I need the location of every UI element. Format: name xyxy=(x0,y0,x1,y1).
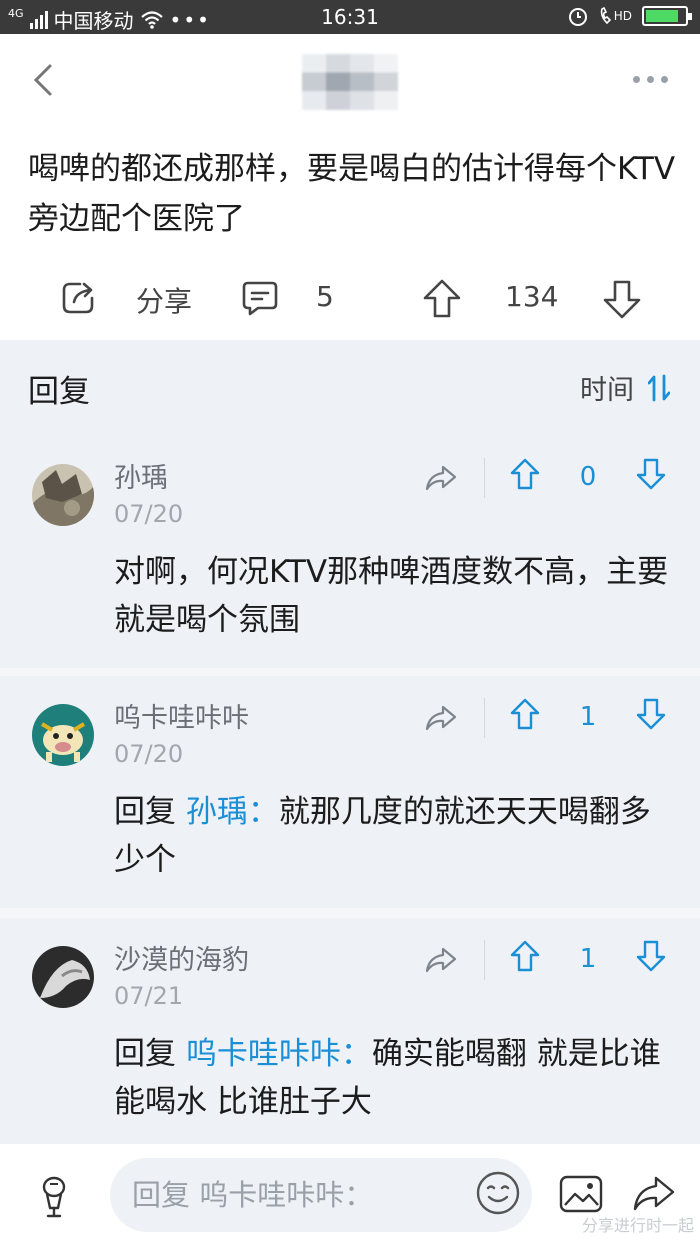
status-bar: 4G 中国移动 ••• 16:31 HD xyxy=(0,0,700,34)
vote-count: 134 xyxy=(505,280,559,313)
emoji-icon[interactable] xyxy=(475,1170,521,1216)
upvote-icon[interactable] xyxy=(510,458,540,490)
back-button[interactable] xyxy=(24,60,64,100)
divider xyxy=(484,698,485,738)
vote-count: 1 xyxy=(579,944,597,974)
share-icon[interactable] xyxy=(425,464,457,492)
downvote-icon[interactable] xyxy=(636,698,666,730)
share-label[interactable]: 分享 xyxy=(136,280,192,320)
post-text: 喝啤的都还成那样，要是喝白的估计得每个KTV旁边配个医院了 xyxy=(28,151,676,237)
comment-item: 孙瑀 07/20 0 对啊，何况KTV那种啤酒度数不高，主要就是喝个氛围 xyxy=(0,436,700,668)
microphone-icon[interactable] xyxy=(38,1176,70,1220)
share-icon[interactable] xyxy=(425,704,457,732)
reply-input[interactable] xyxy=(110,1158,532,1232)
share-icon xyxy=(62,282,94,314)
comment-body: 回复 呜卡哇咔咔：确实能喝翻 就是比谁能喝水 比谁肚子大 xyxy=(114,1030,674,1126)
comment-icon xyxy=(242,281,278,316)
upvote-icon xyxy=(423,279,461,318)
nav-bar xyxy=(0,34,700,124)
sort-toggle[interactable]: 时间 xyxy=(580,368,670,407)
avatar[interactable] xyxy=(32,464,94,526)
share-icon[interactable] xyxy=(425,946,457,974)
share-button[interactable] xyxy=(60,278,98,316)
image-icon[interactable] xyxy=(558,1174,604,1214)
battery-icon xyxy=(642,6,692,26)
comment-date: 07/20 xyxy=(114,500,184,528)
comment-body: 回复 孙瑀：就那几度的就还天天喝翻多少个 xyxy=(114,788,674,884)
avatar[interactable] xyxy=(32,704,94,766)
alarm-icon xyxy=(568,8,587,26)
comment-text: 对啊，何况KTV那种啤酒度数不高，主要就是喝个氛围 xyxy=(114,554,669,638)
downvote-icon[interactable] xyxy=(636,940,666,972)
downvote-icon[interactable] xyxy=(636,458,666,490)
comment-date: 07/21 xyxy=(114,982,184,1010)
post-card: 喝啤的都还成那样，要是喝白的估计得每个KTV旁边配个医院了 分享 5 134 xyxy=(0,34,700,340)
more-options-button[interactable] xyxy=(633,76,668,83)
mention-link[interactable]: 孙瑀： xyxy=(186,794,279,830)
upvote-icon[interactable] xyxy=(510,698,540,730)
downvote-button[interactable] xyxy=(601,278,643,320)
reply-prefix: 回复 xyxy=(114,794,186,830)
comment-item: 沙漠的海豹 07/21 1 回复 呜卡哇咔咔：确实能喝翻 就是比谁能喝水 比谁肚… xyxy=(0,918,700,1144)
comment-count: 5 xyxy=(316,280,334,313)
send-icon[interactable] xyxy=(632,1174,676,1214)
comment-username[interactable]: 孙瑀 xyxy=(114,456,168,495)
divider xyxy=(484,458,485,498)
reply-prefix: 回复 xyxy=(114,1036,186,1072)
divider xyxy=(484,940,485,980)
replies-header: 回复 时间 xyxy=(0,340,700,436)
comment-button[interactable] xyxy=(240,278,280,318)
author-avatar-blurred[interactable] xyxy=(302,54,398,110)
composer-bar: 分享进行时一起 xyxy=(0,1144,700,1244)
comment-username[interactable]: 沙漠的海豹 xyxy=(114,938,249,977)
vote-count: 0 xyxy=(579,462,597,492)
watermark: 分享进行时一起 xyxy=(581,1216,694,1235)
replies-title: 回复 xyxy=(28,374,90,410)
mention-link[interactable]: 呜卡哇咔咔： xyxy=(186,1036,372,1072)
downvote-icon xyxy=(603,280,641,319)
sort-icon xyxy=(648,374,670,401)
avatar[interactable] xyxy=(32,946,94,1008)
comment-body: 对啊，何况KTV那种啤酒度数不高，主要就是喝个氛围 xyxy=(114,548,674,644)
hd-call-icon: HD xyxy=(599,7,632,25)
comment-date: 07/20 xyxy=(114,740,184,768)
upvote-button[interactable] xyxy=(421,278,463,320)
post-actions: 分享 5 134 xyxy=(0,270,700,326)
vote-count: 1 xyxy=(579,702,597,732)
comment-item: 呜卡哇咔咔 07/20 1 回复 孙瑀：就那几度的就还天天喝翻多少个 xyxy=(0,676,700,908)
sort-label: 时间 xyxy=(580,375,634,406)
comment-username[interactable]: 呜卡哇咔咔 xyxy=(114,696,249,735)
upvote-icon[interactable] xyxy=(510,940,540,972)
